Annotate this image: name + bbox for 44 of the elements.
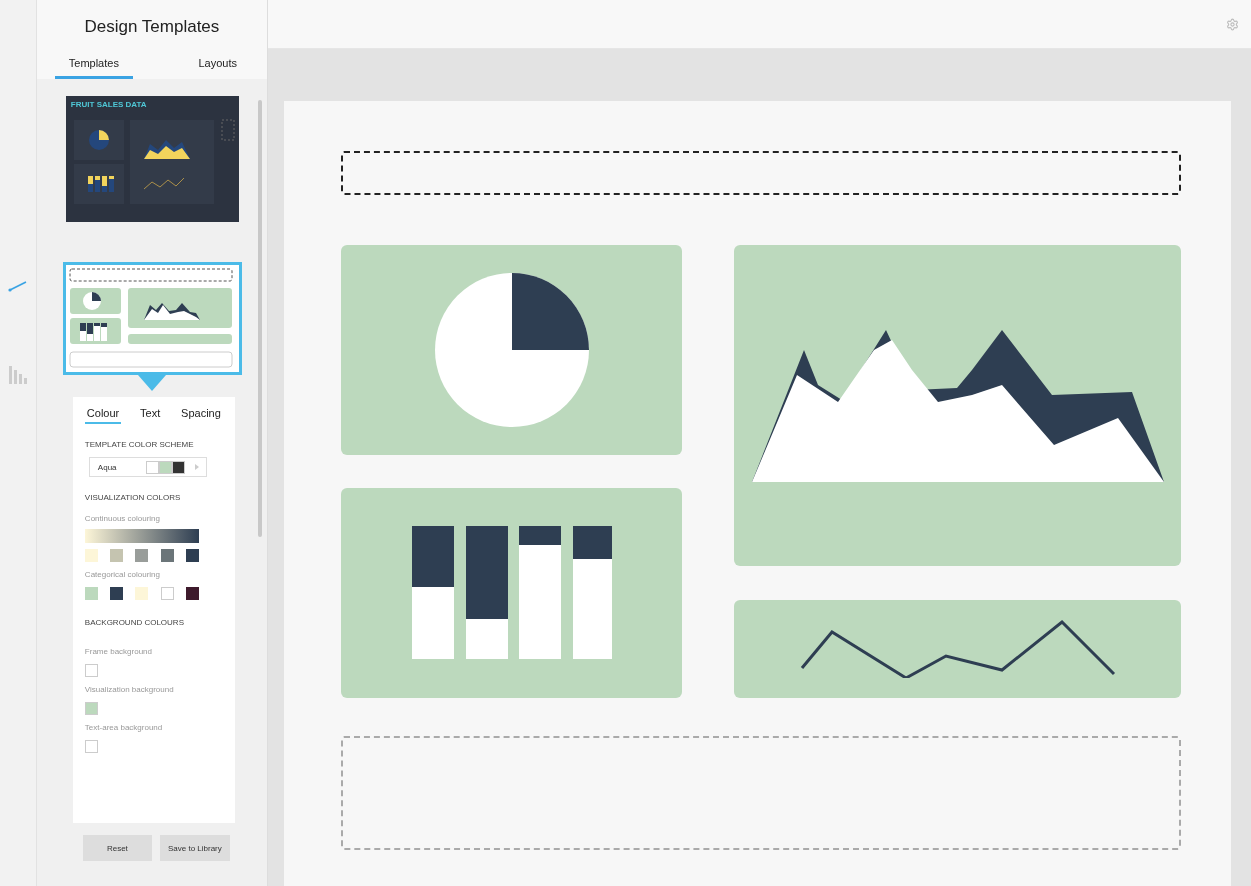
color-swatch[interactable] [160, 549, 174, 562]
panel-title: Design Templates [83, 17, 221, 37]
section-heading: TEMPLATE COLOR SCHEME [84, 440, 195, 449]
color-swatch[interactable] [84, 549, 98, 562]
template-card[interactable]: FRUIT SALES DATA [62, 93, 242, 225]
bar-chart-icon[interactable] [7, 364, 28, 384]
color-swatch[interactable] [185, 549, 199, 562]
title-placeholder[interactable] [341, 151, 1181, 195]
settings-tab[interactable]: Text [138, 405, 163, 424]
color-swatch[interactable] [160, 587, 174, 600]
scheme-select[interactable]: Aqua [88, 457, 207, 477]
color-swatch[interactable] [135, 587, 149, 600]
chart-card[interactable] [734, 600, 1181, 698]
chart-card[interactable] [734, 245, 1181, 566]
section-heading: VISUALIZATION COLORS [84, 493, 182, 502]
save-button[interactable]: Save to Library [159, 835, 230, 861]
field-label: Text-area background [84, 723, 163, 732]
color-swatch[interactable] [110, 549, 124, 562]
chart-card[interactable] [341, 245, 682, 455]
color-swatch[interactable] [84, 587, 98, 600]
settings-icon[interactable] [1226, 17, 1239, 31]
color-swatch[interactable] [84, 740, 98, 753]
color-swatch[interactable] [135, 549, 149, 562]
settings-tab[interactable]: Colour [84, 405, 122, 424]
line-chart-icon[interactable] [7, 280, 28, 292]
scrollbar[interactable] [257, 100, 262, 537]
panel-tab[interactable]: Templates [54, 51, 133, 79]
field-label: Continuous colouring [84, 514, 162, 523]
reset-button[interactable]: Reset [82, 835, 152, 861]
field-label: Visualization background [84, 685, 174, 694]
field-label: Categorical colouring [84, 570, 161, 579]
color-swatch[interactable] [84, 664, 98, 677]
color-swatch[interactable] [185, 587, 199, 600]
text-area-placeholder[interactable] [341, 736, 1181, 850]
settings-tab[interactable]: Spacing [179, 405, 223, 424]
field-label: Frame background [84, 647, 152, 656]
chart-card[interactable] [341, 488, 682, 698]
pointer-icon [137, 375, 166, 391]
color-swatch[interactable] [110, 587, 124, 600]
panel-tab[interactable]: Layouts [188, 51, 247, 79]
template-title: FRUIT SALES DATA [70, 100, 147, 109]
section-heading: BACKGROUND COLOURS [84, 618, 185, 627]
caret-icon [193, 464, 200, 470]
color-swatch[interactable] [84, 702, 98, 715]
